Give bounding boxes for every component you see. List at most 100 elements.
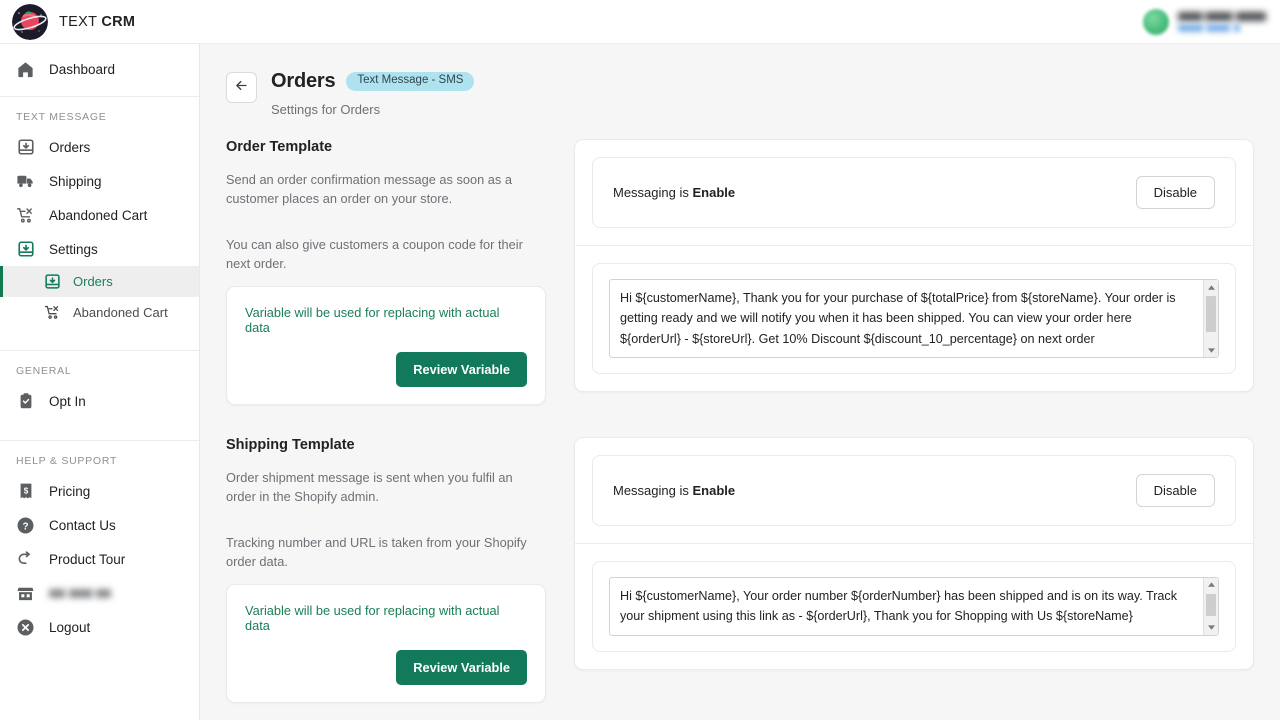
clipboard-check-icon xyxy=(16,392,35,411)
sidebar-item-settings[interactable]: Settings xyxy=(0,232,199,266)
planet-logo-icon xyxy=(12,4,48,40)
review-variable-button[interactable]: Review Variable xyxy=(396,650,527,685)
avatar xyxy=(1143,9,1169,35)
order-messaging-card: Messaging is Enable Disable xyxy=(592,157,1236,228)
messaging-state: Enable xyxy=(692,483,735,498)
home-icon xyxy=(16,60,35,79)
order-message-textarea[interactable] xyxy=(609,279,1219,358)
review-variable-button[interactable]: Review Variable xyxy=(396,352,527,387)
sidebar-item-label: Pricing xyxy=(49,484,90,499)
shipping-toggle-messaging-button[interactable]: Disable xyxy=(1136,474,1215,507)
body: Dashboard TEXT MESSAGE Orders Shipping xyxy=(0,44,1280,720)
shipping-messaging-status: Messaging is Enable xyxy=(613,483,735,498)
section-title: Order Template xyxy=(226,139,546,155)
shipping-message-scrollbar[interactable] xyxy=(1203,578,1218,635)
status-badge: Text Message - SMS xyxy=(346,72,474,91)
order-variable-card: Variable will be used for replacing with… xyxy=(226,286,546,405)
scrollbar-thumb[interactable] xyxy=(1206,296,1216,332)
scrollbar-thumb[interactable] xyxy=(1206,594,1216,616)
title-row: Orders Text Message - SMS xyxy=(271,70,474,93)
sidebar-subitem-settings-abandoned-cart[interactable]: Abandoned Cart xyxy=(0,297,199,328)
shipping-message-textarea[interactable] xyxy=(609,577,1219,636)
sidebar-item-opt-in[interactable]: Opt In xyxy=(0,384,199,418)
user-name xyxy=(1178,12,1266,21)
section-desc-2: Tracking number and URL is taken from yo… xyxy=(226,533,546,572)
order-template-info: Order Template Send an order confirmatio… xyxy=(226,139,546,405)
user-meta xyxy=(1178,12,1266,32)
sidebar-item-label: Settings xyxy=(49,242,98,257)
arrow-left-icon xyxy=(234,78,249,98)
question-circle-icon: ? xyxy=(16,516,35,535)
shipping-template-panel: Messaging is Enable Disable xyxy=(574,437,1254,670)
sidebar-item-label: Orders xyxy=(49,140,90,155)
inbox-download-green-icon xyxy=(43,273,61,291)
shipping-variable-card: Variable will be used for replacing with… xyxy=(226,584,546,703)
sidebar-item-label: Logout xyxy=(49,620,90,635)
arrow-curve-icon xyxy=(16,550,35,569)
inbox-download-icon xyxy=(16,138,35,157)
top-bar: TEXT CRM xyxy=(0,0,1280,44)
sidebar-item-store[interactable] xyxy=(0,576,199,610)
sidebar-item-label: Shipping xyxy=(49,174,102,189)
sidebar-subitem-label: Abandoned Cart xyxy=(73,305,168,320)
shipping-messaging-row: Messaging is Enable Disable xyxy=(575,438,1253,543)
scroll-down-arrow-icon[interactable] xyxy=(1204,621,1219,635)
order-template-section: Order Template Send an order confirmatio… xyxy=(226,139,1254,405)
scroll-up-arrow-icon[interactable] xyxy=(1204,280,1219,294)
variable-note: Variable will be used for replacing with… xyxy=(245,305,527,335)
user-subtitle xyxy=(1178,24,1240,32)
svg-text:?: ? xyxy=(22,521,28,532)
order-message-scrollbar[interactable] xyxy=(1203,280,1218,357)
sidebar-item-shipping[interactable]: Shipping xyxy=(0,164,199,198)
sidebar-item-pricing[interactable]: $ Pricing xyxy=(0,474,199,508)
order-messaging-status: Messaging is Enable xyxy=(613,185,735,200)
app-root: TEXT CRM Dashboard TEXT MESSAGE xyxy=(0,0,1280,720)
messaging-state: Enable xyxy=(692,185,735,200)
sidebar-item-contact-us[interactable]: ? Contact Us xyxy=(0,508,199,542)
messaging-prefix: Messaging is xyxy=(613,185,692,200)
sidebar-group-label-text-message: TEXT MESSAGE xyxy=(0,97,199,130)
main-content: Orders Text Message - SMS Settings for O… xyxy=(200,44,1280,720)
sidebar-item-dashboard[interactable]: Dashboard xyxy=(0,52,199,86)
page-title: Orders xyxy=(271,70,335,93)
main-inner: Orders Text Message - SMS Settings for O… xyxy=(200,44,1280,720)
svg-text:$: $ xyxy=(23,486,28,495)
user-menu[interactable] xyxy=(1143,9,1266,35)
shipping-message-row xyxy=(575,543,1253,669)
order-toggle-messaging-button[interactable]: Disable xyxy=(1136,176,1215,209)
sidebar-item-label xyxy=(49,589,111,598)
sidebar-item-label: Abandoned Cart xyxy=(49,208,147,223)
section-desc-2: You can also give customers a coupon cod… xyxy=(226,235,546,274)
sidebar-group-label-general: GENERAL xyxy=(0,351,199,384)
page-title-block: Orders Text Message - SMS Settings for O… xyxy=(271,70,474,117)
sidebar-item-logout[interactable]: Logout xyxy=(0,610,199,644)
cart-x-icon xyxy=(16,206,35,225)
order-message-box xyxy=(609,279,1219,358)
sidebar-item-orders[interactable]: Orders xyxy=(0,130,199,164)
scroll-down-arrow-icon[interactable] xyxy=(1204,343,1219,357)
sidebar-item-label: Opt In xyxy=(49,394,86,409)
page-header: Orders Text Message - SMS Settings for O… xyxy=(226,70,1254,117)
truck-icon xyxy=(16,172,35,191)
shipping-messaging-card: Messaging is Enable Disable xyxy=(592,455,1236,526)
sidebar-subitem-label: Orders xyxy=(73,274,113,289)
scroll-up-arrow-icon[interactable] xyxy=(1204,578,1219,592)
sidebar-subitem-settings-orders[interactable]: Orders xyxy=(0,266,199,297)
back-button[interactable] xyxy=(226,72,257,103)
brand-name-bold: CRM xyxy=(101,14,135,30)
order-template-panel: Messaging is Enable Disable xyxy=(574,139,1254,392)
shipping-template-info: Shipping Template Order shipment message… xyxy=(226,437,546,703)
brand-name: TEXT CRM xyxy=(59,14,135,30)
shipping-message-box xyxy=(609,577,1219,636)
receipt-dollar-icon: $ xyxy=(16,482,35,501)
sidebar-group-label-help-support: HELP & SUPPORT xyxy=(0,441,199,474)
section-title: Shipping Template xyxy=(226,437,546,453)
sidebar-item-abandoned-cart[interactable]: Abandoned Cart xyxy=(0,198,199,232)
order-messaging-row: Messaging is Enable Disable xyxy=(575,140,1253,245)
sidebar-item-product-tour[interactable]: Product Tour xyxy=(0,542,199,576)
variable-note: Variable will be used for replacing with… xyxy=(245,603,527,633)
brand[interactable]: TEXT CRM xyxy=(12,4,135,40)
sidebar-item-label: Product Tour xyxy=(49,552,125,567)
sidebar-item-label: Dashboard xyxy=(49,62,115,77)
shipping-message-wrap xyxy=(592,561,1236,652)
